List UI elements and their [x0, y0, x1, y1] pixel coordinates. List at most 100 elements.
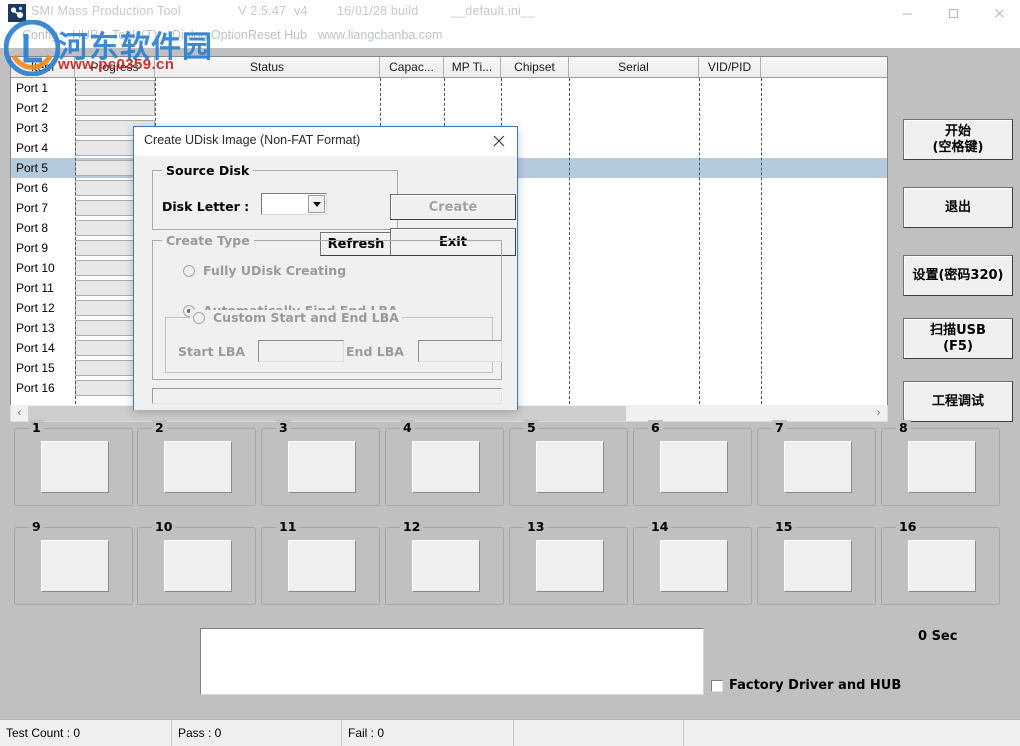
column-header-serial[interactable]: Serial — [569, 57, 699, 77]
column-header-progress[interactable]: Progress — [75, 57, 155, 77]
start-button[interactable]: 开始(空格键) — [903, 119, 1013, 160]
minimize-button[interactable] — [884, 0, 930, 26]
port-panel-label: 5 — [524, 420, 539, 435]
disk-letter-combobox[interactable] — [261, 193, 327, 215]
menu-item-hub[interactable]: HUB — [72, 28, 98, 42]
port-panel[interactable]: 9 — [14, 527, 133, 605]
window-ini-name: __default.ini__ — [451, 4, 535, 18]
port-panel-label: 14 — [648, 519, 671, 534]
minimize-icon — [901, 7, 914, 20]
scan-usb-button[interactable]: 扫描USB(F5) — [903, 318, 1013, 359]
status-extra-2 — [684, 720, 1020, 746]
window-title: SMI Mass Production Tool — [31, 4, 181, 18]
column-header-chipset[interactable]: Chipset — [501, 57, 569, 77]
radio-fully-udisk-creating[interactable]: Fully UDisk Creating — [183, 263, 346, 278]
scroll-left-icon[interactable]: ‹ — [11, 406, 28, 421]
port-panel[interactable]: 4 — [385, 428, 504, 506]
port-panel[interactable]: 15 — [757, 527, 876, 605]
port-panel-display — [164, 540, 232, 592]
port-panel[interactable]: 14 — [633, 527, 752, 605]
menu-item-website[interactable]: www.liangchanba.com — [318, 28, 442, 42]
radio-custom-start-end-lba[interactable]: Custom Start and End LBA — [190, 310, 402, 325]
settings-button[interactable]: 设置(密码320) — [903, 255, 1013, 296]
debug-button[interactable]: 工程调试 — [903, 381, 1013, 422]
close-icon — [492, 134, 506, 148]
port-panel-label: 6 — [648, 420, 663, 435]
factory-driver-checkbox-row[interactable]: Factory Driver and HUB — [711, 678, 901, 693]
port-panel-display — [288, 540, 356, 592]
row-item-label: Port 6 — [11, 178, 75, 198]
menu-item-dialog-option[interactable]: Dialog Option — [172, 28, 248, 42]
radio-icon — [193, 312, 205, 324]
port-panel[interactable]: 7 — [757, 428, 876, 506]
app-icon — [8, 4, 26, 22]
port-panel[interactable]: 1 — [14, 428, 133, 506]
row-item-label: Port 16 — [11, 378, 75, 398]
log-textbox[interactable] — [200, 628, 704, 695]
menu-item-config[interactable]: Config — [22, 28, 58, 42]
table-row[interactable]: Port 1 — [11, 78, 887, 98]
create-button[interactable]: Create — [390, 194, 516, 220]
row-item-label: Port 9 — [11, 238, 75, 258]
port-panel-label: 3 — [276, 420, 291, 435]
column-header-mp-ti[interactable]: MP Ti... — [444, 57, 501, 77]
row-progress-cell — [75, 98, 155, 118]
row-item-label: Port 3 — [11, 118, 75, 138]
column-separator — [761, 78, 762, 404]
row-progress-cell — [75, 78, 155, 98]
port-panel[interactable]: 2 — [137, 428, 256, 506]
port-panel-display — [164, 441, 232, 493]
port-panel-label: 11 — [276, 519, 299, 534]
port-panel-display — [288, 441, 356, 493]
maximize-icon — [947, 7, 960, 20]
port-panel-display — [660, 540, 728, 592]
menu-item-tools[interactable]: Tools(T) — [112, 28, 157, 42]
window-build-date: 16/01/28 build — [337, 4, 418, 18]
end-lba-input[interactable] — [418, 340, 502, 362]
chevron-down-icon[interactable] — [308, 195, 325, 213]
scroll-right-icon[interactable]: › — [870, 406, 887, 421]
start-lba-label: Start LBA — [178, 344, 245, 359]
maximize-button[interactable] — [930, 0, 976, 26]
radio-label: Custom Start and End LBA — [213, 310, 399, 325]
port-panel[interactable]: 8 — [881, 428, 1000, 506]
menu-item-reset-hub[interactable]: Reset Hub — [248, 28, 307, 42]
port-panel[interactable]: 12 — [385, 527, 504, 605]
factory-driver-checkbox[interactable] — [711, 680, 723, 692]
port-panel[interactable]: 11 — [261, 527, 380, 605]
column-header-status[interactable]: Status — [155, 57, 380, 77]
ports-table-header: ItemProgressStatusCapac...MP Ti...Chipse… — [11, 57, 887, 78]
close-button[interactable] — [976, 0, 1020, 26]
port-panel[interactable]: 5 — [509, 428, 628, 506]
port-panel[interactable]: 16 — [881, 527, 1000, 605]
port-panel-display — [908, 540, 976, 592]
port-panel-label: 1 — [29, 420, 44, 435]
port-panel-label: 16 — [896, 519, 919, 534]
port-panel-display — [784, 540, 852, 592]
port-panel-label: 13 — [524, 519, 547, 534]
exit-button[interactable]: 退出 — [903, 187, 1013, 228]
port-panel[interactable]: 3 — [261, 428, 380, 506]
port-panel-display — [412, 441, 480, 493]
table-row[interactable]: Port 2 — [11, 98, 887, 118]
dialog-progress-bar — [152, 388, 502, 404]
source-disk-group-label: Source Disk — [162, 163, 253, 178]
port-panel[interactable]: 10 — [137, 527, 256, 605]
column-header-vid-pid[interactable]: VID/PID — [699, 57, 761, 77]
dialog-title: Create UDisk Image (Non-FAT Format) — [144, 133, 360, 147]
column-header-item[interactable]: Item — [11, 57, 75, 77]
window-sub-version: v4 — [294, 4, 308, 18]
port-panel-label: 12 — [400, 519, 423, 534]
factory-driver-label: Factory Driver and HUB — [729, 678, 901, 693]
port-panel[interactable]: 6 — [633, 428, 752, 506]
dialog-close-button[interactable] — [485, 130, 513, 152]
progress-bar — [75, 100, 155, 116]
elapsed-time-label: 0 Sec — [918, 629, 957, 644]
end-lba-label: End LBA — [346, 344, 404, 359]
column-header-capac[interactable]: Capac... — [380, 57, 444, 77]
port-panel[interactable]: 13 — [509, 527, 628, 605]
disk-letter-label: Disk Letter : — [162, 199, 249, 214]
row-item-label: Port 5 — [11, 158, 75, 178]
column-header-blank-8[interactable] — [761, 57, 887, 77]
start-lba-input[interactable] — [258, 340, 344, 362]
